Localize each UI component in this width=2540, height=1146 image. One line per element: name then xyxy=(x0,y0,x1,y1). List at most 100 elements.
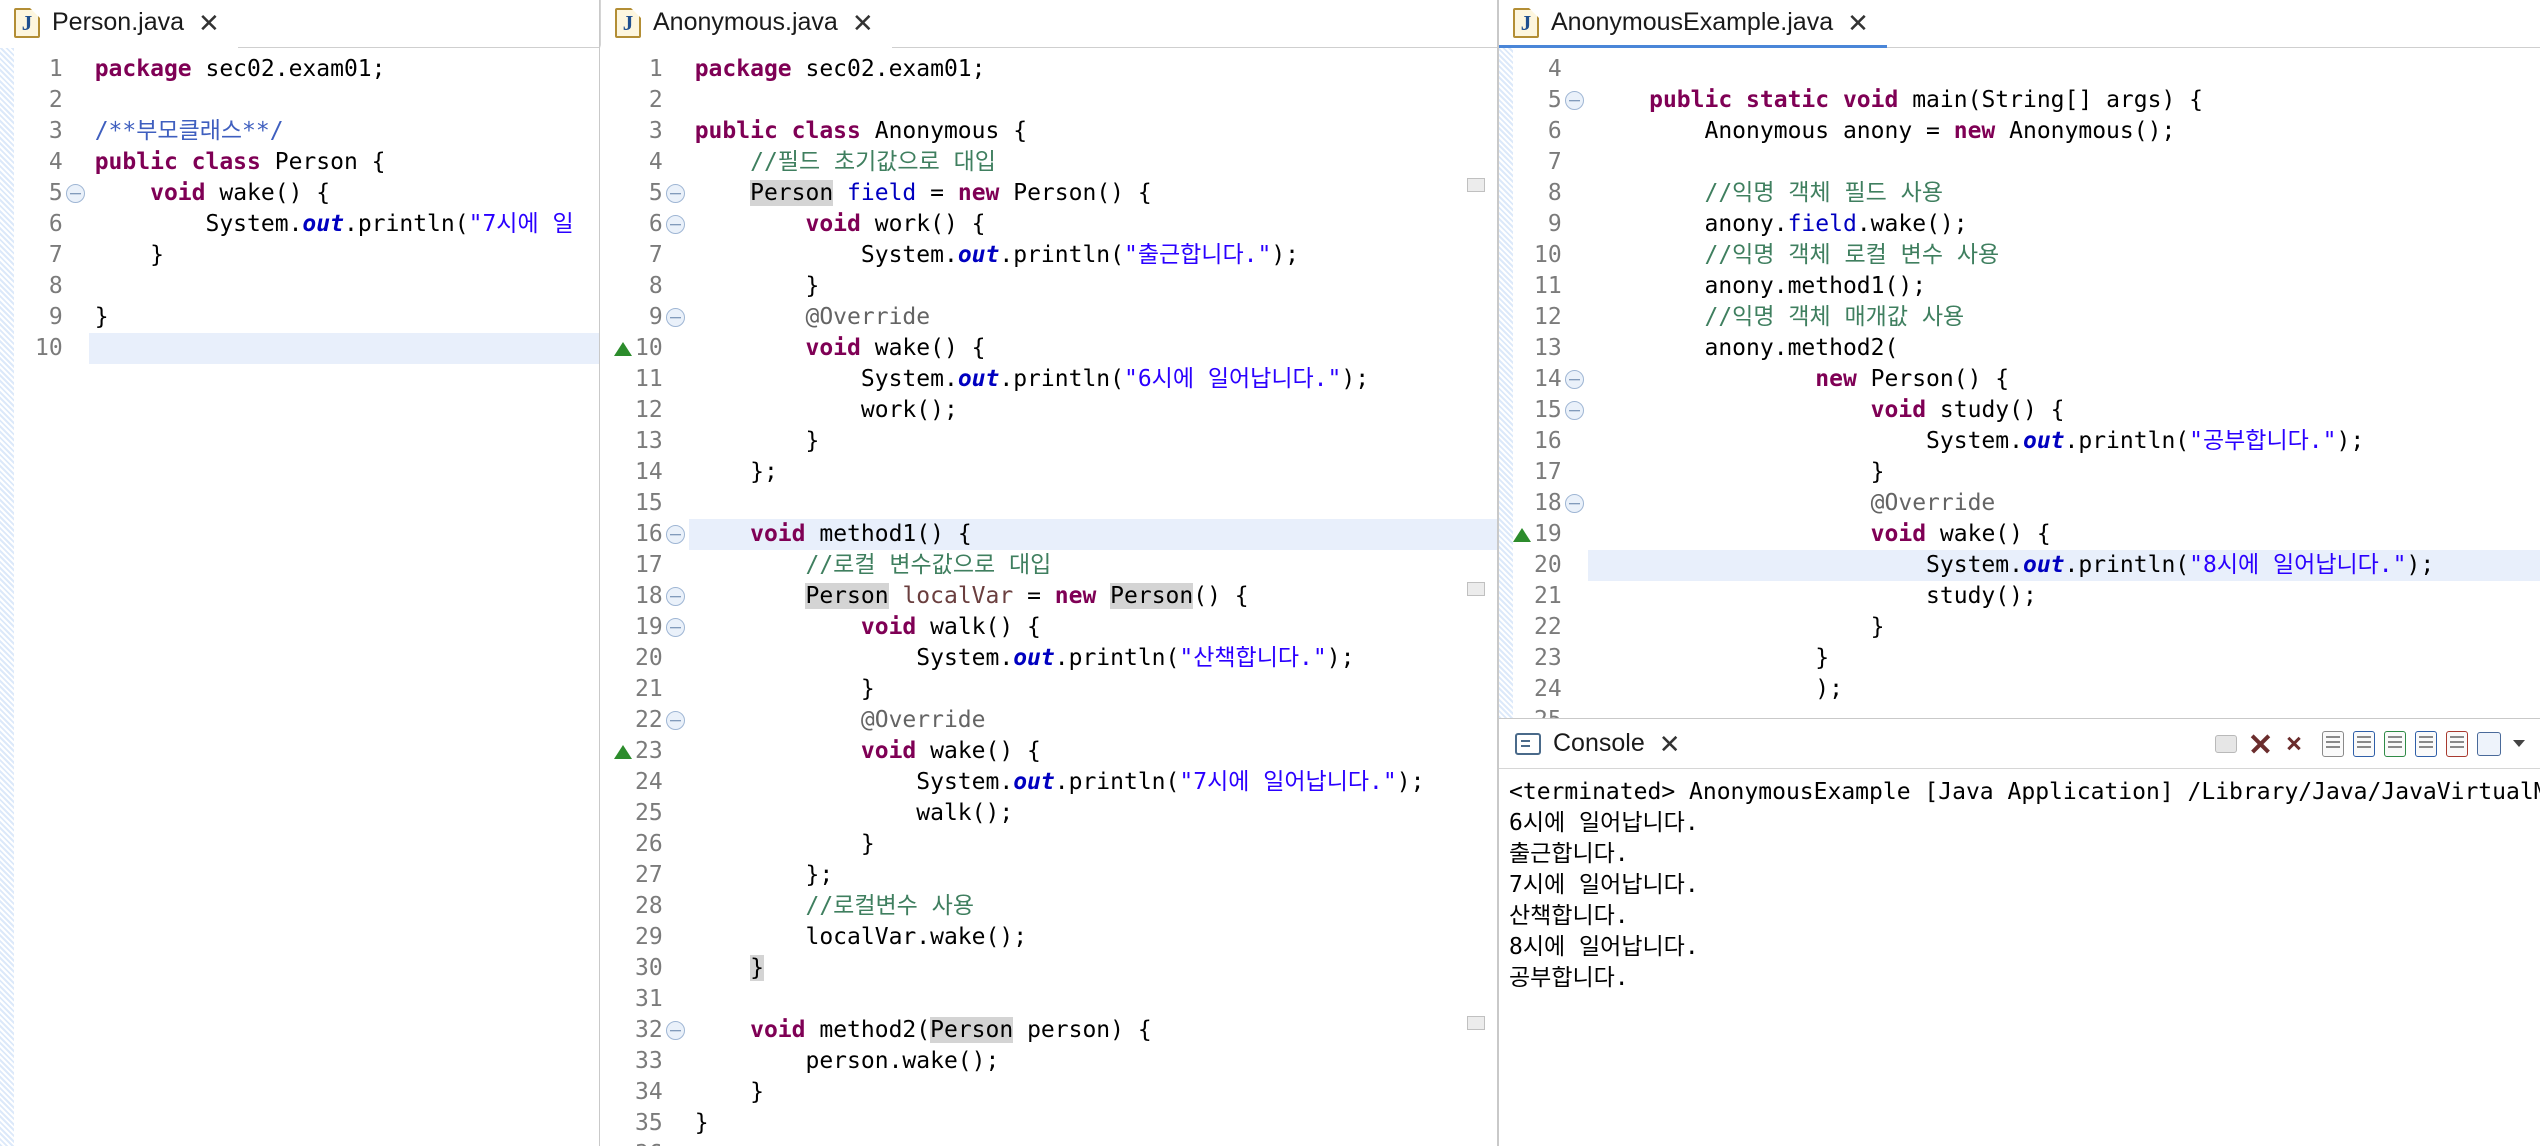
code-line[interactable]: } xyxy=(689,426,1497,457)
fold-collapse-icon[interactable] xyxy=(665,1021,685,1040)
scroll-lock-icon[interactable] xyxy=(2353,730,2375,757)
terminate-x-icon[interactable] xyxy=(2246,729,2275,758)
open-console-icon[interactable] xyxy=(2477,731,2501,756)
code-line[interactable]: } xyxy=(689,1108,1497,1139)
fold-collapse-icon[interactable] xyxy=(665,215,685,234)
fold-collapse-icon[interactable] xyxy=(665,184,685,203)
code-line[interactable]: new Person() { xyxy=(1588,364,2540,395)
fold-collapse-icon[interactable] xyxy=(665,618,685,637)
code-line[interactable]: void study() { xyxy=(1588,395,2540,426)
code-line[interactable]: person.wake(); xyxy=(689,1046,1497,1077)
code-line[interactable]: void work() { xyxy=(689,209,1497,240)
code-area-anonymous-example[interactable]: 4567891011121314151617181920212223242526… xyxy=(1499,48,2540,718)
code-line[interactable]: package sec02.exam01; xyxy=(689,54,1497,85)
fold-collapse-icon[interactable] xyxy=(665,308,685,327)
code-line[interactable]: anony.method2( xyxy=(1588,333,2540,364)
word-wrap-icon[interactable] xyxy=(2384,730,2406,757)
remove-all-x-icon[interactable] xyxy=(2284,729,2313,758)
code-line[interactable]: } xyxy=(89,240,599,271)
show-console-icon[interactable] xyxy=(2415,730,2437,757)
chevron-down-icon[interactable] xyxy=(2510,729,2526,758)
code-line[interactable]: //필드 초기값으로 대입 xyxy=(689,147,1497,178)
code-line[interactable]: } xyxy=(689,271,1497,302)
code-line[interactable] xyxy=(89,271,599,302)
code-line[interactable] xyxy=(689,488,1497,519)
code-text[interactable]: package sec02.exam01; public class Anony… xyxy=(688,48,1497,1146)
code-line[interactable]: } xyxy=(1588,612,2540,643)
code-line[interactable]: /**부모클래스**/ xyxy=(89,116,599,147)
code-line[interactable]: package sec02.exam01; xyxy=(89,54,599,85)
fold-collapse-box[interactable] xyxy=(1467,582,1485,596)
close-icon[interactable]: ✕ xyxy=(196,10,222,36)
code-line[interactable]: //익명 객체 매개값 사용 xyxy=(1588,302,2540,333)
code-line[interactable] xyxy=(1588,147,2540,178)
code-line[interactable]: Person field = new Person() { xyxy=(689,178,1497,209)
code-line[interactable]: void method2(Person person) { xyxy=(689,1015,1497,1046)
console-output[interactable]: <terminated> AnonymousExample [Java Appl… xyxy=(1499,769,2540,1146)
code-line[interactable]: //로컬변수 사용 xyxy=(689,891,1497,922)
code-line[interactable]: System.out.println("8시에 일어납니다."); xyxy=(1587,550,2540,581)
code-line[interactable]: void wake() { xyxy=(89,178,599,209)
code-line[interactable]: void wake() { xyxy=(689,736,1497,767)
code-line[interactable]: } xyxy=(1588,457,2540,488)
code-line[interactable]: System.out.println("6시에 일어납니다."); xyxy=(689,364,1497,395)
tab-console[interactable]: Console ✕ xyxy=(1499,719,1699,769)
code-line[interactable]: Person localVar = new Person() { xyxy=(689,581,1497,612)
code-text[interactable]: public static void main(String[] args) {… xyxy=(1587,48,2540,718)
code-line[interactable]: study(); xyxy=(1588,581,2540,612)
code-line[interactable] xyxy=(689,1139,1497,1146)
code-line[interactable]: void wake() { xyxy=(689,333,1497,364)
minimize-icon[interactable] xyxy=(2215,734,2237,753)
code-line[interactable]: //로컬 변수값으로 대입 xyxy=(689,550,1497,581)
code-line[interactable]: public class Person { xyxy=(89,147,599,178)
fold-collapse-icon[interactable] xyxy=(1564,401,1584,420)
fold-collapse-icon[interactable] xyxy=(665,525,685,544)
code-line[interactable] xyxy=(88,333,599,364)
code-line[interactable]: System.out.println("공부합니다."); xyxy=(1588,426,2540,457)
code-line[interactable]: System.out.println("7시에 일 xyxy=(89,209,599,240)
code-line[interactable]: } xyxy=(689,674,1497,705)
code-line[interactable] xyxy=(1588,54,2540,85)
code-line[interactable]: }; xyxy=(689,860,1497,891)
code-line[interactable]: anony.method1(); xyxy=(1588,271,2540,302)
code-line[interactable] xyxy=(89,85,599,116)
code-line[interactable]: @Override xyxy=(689,705,1497,736)
code-line[interactable]: public static void main(String[] args) { xyxy=(1588,85,2540,116)
fold-collapse-icon[interactable] xyxy=(665,587,685,606)
code-line[interactable]: public class Anonymous { xyxy=(689,116,1497,147)
code-text[interactable]: package sec02.exam01; /**부모클래스**/ public … xyxy=(88,48,599,1146)
close-icon[interactable]: ✕ xyxy=(850,10,876,36)
fold-collapse-icon[interactable] xyxy=(665,711,685,730)
code-line[interactable]: work(); xyxy=(689,395,1497,426)
code-line[interactable]: localVar.wake(); xyxy=(689,922,1497,953)
code-line[interactable]: @Override xyxy=(1588,488,2540,519)
code-line[interactable]: ); xyxy=(1588,674,2540,705)
code-line[interactable]: anony.field.wake(); xyxy=(1588,209,2540,240)
code-line[interactable]: System.out.println("출근합니다."); xyxy=(689,240,1497,271)
code-line[interactable] xyxy=(689,85,1497,116)
code-line[interactable]: }; xyxy=(689,457,1497,488)
tab-anonymous-java[interactable]: J Anonymous.java ✕ xyxy=(600,0,892,48)
fold-collapse-icon[interactable] xyxy=(1564,370,1584,389)
close-icon[interactable]: ✕ xyxy=(1657,731,1683,757)
code-line[interactable]: void walk() { xyxy=(689,612,1497,643)
tab-person-java[interactable]: J Person.java ✕ xyxy=(0,0,238,48)
code-line[interactable]: } xyxy=(689,1077,1497,1108)
code-line[interactable]: //익명 객체 로컬 변수 사용 xyxy=(1588,240,2540,271)
fold-collapse-icon[interactable] xyxy=(1564,91,1584,110)
code-line[interactable]: } xyxy=(1588,643,2540,674)
code-line[interactable]: //익명 객체 필드 사용 xyxy=(1588,178,2540,209)
pin-console-icon[interactable] xyxy=(2446,730,2468,757)
fold-collapse-box[interactable] xyxy=(1467,178,1485,192)
code-area-anonymous[interactable]: 1 2 3 4 5 6 7 8 9 10 11 12 13 14 15 16 17 18 19 20 21 22 23 24 2… xyxy=(600,48,1497,1146)
code-line[interactable]: walk(); xyxy=(689,798,1497,829)
fold-collapse-box[interactable] xyxy=(1467,1016,1485,1030)
code-line[interactable]: Anonymous anony = new Anonymous(); xyxy=(1588,116,2540,147)
code-line[interactable]: void method1() { xyxy=(688,519,1497,550)
code-line[interactable] xyxy=(1588,705,2540,718)
code-line[interactable]: System.out.println("7시에 일어납니다."); xyxy=(689,767,1497,798)
code-line[interactable]: void wake() { xyxy=(1588,519,2540,550)
code-line[interactable]: @Override xyxy=(689,302,1497,333)
fold-collapse-icon[interactable] xyxy=(65,184,85,203)
code-line[interactable]: } xyxy=(89,302,599,333)
